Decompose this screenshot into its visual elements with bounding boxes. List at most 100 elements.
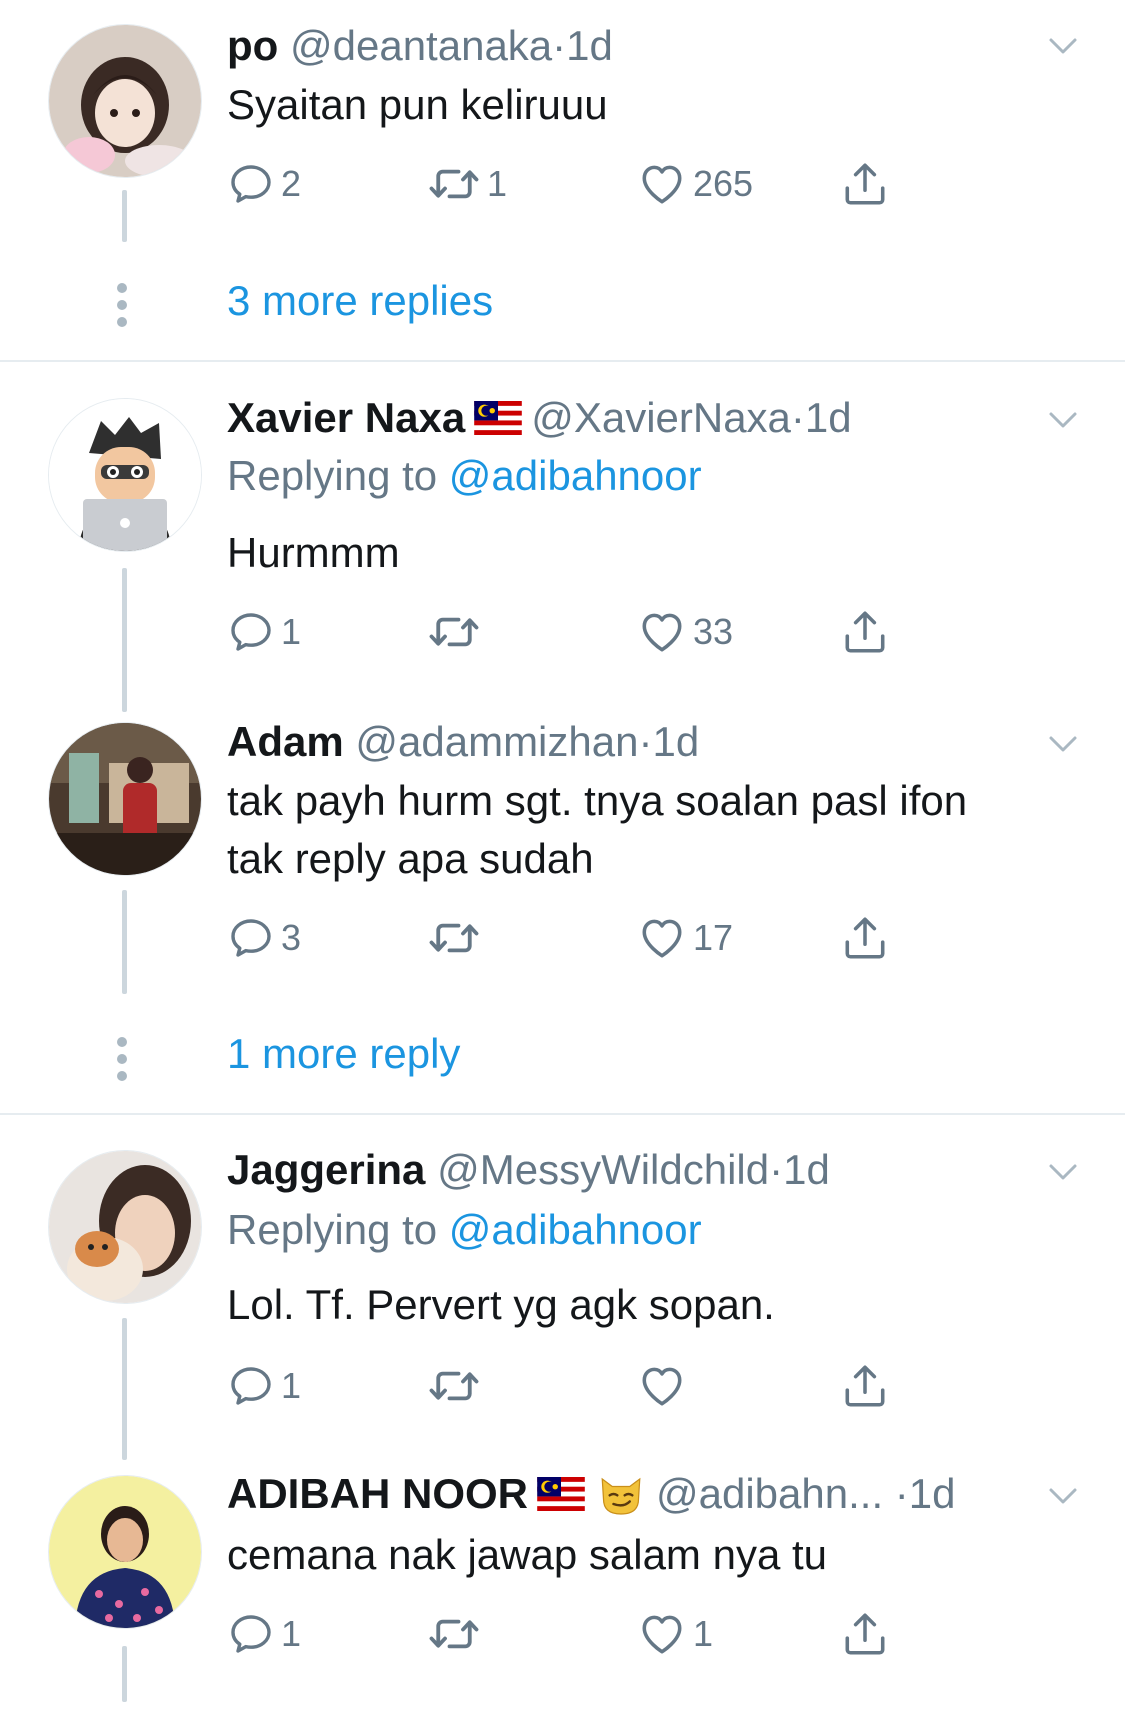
- like-button[interactable]: [637, 1356, 687, 1416]
- chevron-down-icon[interactable]: [1045, 28, 1081, 64]
- tweet-actions: 2 1 265: [227, 154, 987, 214]
- share-icon: [840, 607, 890, 657]
- thread-line: [122, 1318, 127, 1460]
- display-name[interactable]: Xavier Naxa: [227, 394, 465, 441]
- avatar[interactable]: [48, 24, 202, 178]
- retweet-icon: [427, 1607, 481, 1661]
- user-handle[interactable]: @adammizhan: [355, 718, 638, 765]
- user-handle[interactable]: @adibahn...: [656, 1470, 883, 1517]
- reply-icon: [227, 160, 275, 208]
- reply-button[interactable]: 1: [227, 1356, 301, 1416]
- chevron-down-icon[interactable]: [1045, 402, 1081, 438]
- share-button[interactable]: [840, 154, 890, 214]
- like-count: 265: [693, 163, 754, 204]
- mention-link[interactable]: @adibahnoor: [449, 1206, 702, 1253]
- like-button[interactable]: 1: [637, 1604, 713, 1664]
- show-more-replies-link[interactable]: 3 more replies: [227, 275, 493, 327]
- heart-icon: [637, 607, 687, 657]
- share-icon: [840, 913, 890, 963]
- reply-button[interactable]: 2: [227, 154, 301, 214]
- user-handle[interactable]: @deantanaka: [290, 22, 552, 69]
- timestamp[interactable]: 1d: [783, 1146, 830, 1193]
- retweet-icon: [427, 605, 481, 659]
- display-name[interactable]: ADIBAH NOOR: [227, 1470, 528, 1517]
- retweet-icon: [427, 1359, 481, 1413]
- reply-count: 2: [281, 163, 302, 204]
- tweet-header: Jaggerina @MessyWildchild·1d: [227, 1144, 830, 1196]
- tweet-header: Xavier Naxa @XavierNaxa·1d: [227, 392, 852, 444]
- avatar-image: [49, 723, 201, 875]
- replying-to-label: Replying to: [227, 1206, 438, 1253]
- thread-line: [122, 1646, 127, 1702]
- reply-count: 1: [281, 611, 302, 652]
- timestamp[interactable]: 1d: [805, 394, 852, 441]
- like-button[interactable]: 265: [637, 154, 753, 214]
- separator-dot: ·: [638, 718, 653, 765]
- like-button[interactable]: 17: [637, 908, 733, 968]
- smirking-cat-emoji: [601, 1477, 641, 1515]
- replying-to-label: Replying to: [227, 452, 438, 499]
- tweet-text: cemana nak jawap salam nya tu: [227, 1531, 827, 1578]
- show-more-replies-link[interactable]: 1 more reply: [227, 1028, 460, 1080]
- timestamp[interactable]: 1d: [566, 22, 613, 69]
- share-button[interactable]: [840, 908, 890, 968]
- like-button[interactable]: 33: [637, 602, 733, 662]
- heart-icon: [637, 1361, 687, 1411]
- reply-button[interactable]: 3: [227, 908, 301, 968]
- chevron-down-icon[interactable]: [1045, 726, 1081, 762]
- share-icon: [840, 159, 890, 209]
- avatar[interactable]: [48, 722, 202, 876]
- reply-count: 3: [281, 917, 302, 958]
- retweet-button[interactable]: [427, 908, 481, 968]
- user-handle[interactable]: @MessyWildchild: [437, 1146, 769, 1193]
- tweet-actions: 3 17: [227, 908, 987, 968]
- display-name[interactable]: Jaggerina: [227, 1146, 425, 1193]
- separator-dot: ·: [552, 22, 567, 69]
- retweet-count: 1: [487, 163, 508, 204]
- retweet-icon: [427, 911, 481, 965]
- avatar-image: [49, 25, 201, 177]
- avatar[interactable]: [48, 1475, 202, 1629]
- reply-icon: [227, 1362, 275, 1410]
- retweet-button[interactable]: [427, 1604, 481, 1664]
- avatar-image: [49, 399, 201, 551]
- more-replies-dots-icon: [117, 1037, 131, 1088]
- timestamp[interactable]: 1d: [652, 718, 699, 765]
- share-button[interactable]: [840, 602, 890, 662]
- retweet-icon: [427, 157, 481, 211]
- display-name[interactable]: po: [227, 22, 278, 69]
- avatar[interactable]: [48, 1150, 202, 1304]
- retweet-button[interactable]: [427, 602, 481, 662]
- timestamp[interactable]: 1d: [909, 1470, 956, 1517]
- heart-icon: [637, 913, 687, 963]
- tweet-actions: 1 1: [227, 1604, 987, 1664]
- reply-button[interactable]: 1: [227, 1604, 301, 1664]
- reply-button[interactable]: 1: [227, 602, 301, 662]
- retweet-button[interactable]: 1: [427, 154, 507, 214]
- tweet-actions: 1 33: [227, 602, 987, 662]
- display-name[interactable]: Adam: [227, 718, 344, 765]
- reply-icon: [227, 914, 275, 962]
- malaysia-flag-icon: [536, 1477, 586, 1511]
- replying-to: Replying to @adibahnoor: [227, 450, 702, 502]
- user-handle[interactable]: @XavierNaxa: [531, 394, 791, 441]
- avatar[interactable]: [48, 398, 202, 552]
- share-button[interactable]: [840, 1604, 890, 1664]
- thread-line: [122, 890, 127, 994]
- retweet-button[interactable]: [427, 1356, 481, 1416]
- share-button[interactable]: [840, 1356, 890, 1416]
- tweet-text-line: tak payh hurm sgt. tnya soalan pasl ifon: [227, 777, 968, 824]
- like-count: 17: [693, 917, 734, 958]
- mention-link[interactable]: @adibahnoor: [449, 452, 702, 499]
- thread-line: [122, 190, 127, 242]
- share-icon: [840, 1361, 890, 1411]
- tweet-text: Lol. Tf. Pervert yg agk sopan.: [227, 1281, 775, 1328]
- chevron-down-icon[interactable]: [1045, 1154, 1081, 1190]
- reply-icon: [227, 608, 275, 656]
- tweet-text: Hurmmm: [227, 529, 400, 576]
- tweet-header: ADIBAH NOOR @adibahn... ·1d: [227, 1468, 956, 1525]
- like-count: 1: [693, 1613, 714, 1654]
- separator-dot: ·: [894, 1470, 909, 1517]
- chevron-down-icon[interactable]: [1045, 1478, 1081, 1514]
- avatar-image: [49, 1476, 201, 1628]
